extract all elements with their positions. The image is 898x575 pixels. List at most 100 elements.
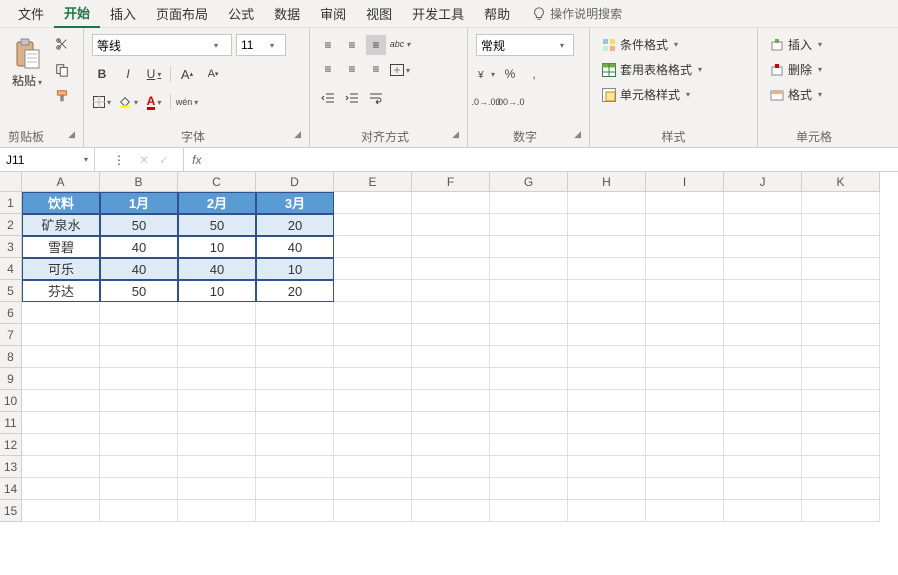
menu-file[interactable]: 文件 — [8, 0, 54, 27]
cell-J10[interactable] — [724, 390, 802, 412]
font-name-combo[interactable]: ▾ — [92, 34, 232, 56]
decrease-decimal[interactable]: .00→.0 — [500, 92, 520, 112]
cell-C15[interactable] — [178, 500, 256, 522]
cells-area[interactable]: 饮料1月2月3月矿泉水505020雪碧401040可乐404010芬达50102… — [22, 192, 880, 522]
cell-J11[interactable] — [724, 412, 802, 434]
cell-A3[interactable]: 雪碧 — [22, 236, 100, 258]
borders-button[interactable] — [92, 92, 112, 112]
cell-J4[interactable] — [724, 258, 802, 280]
cell-E7[interactable] — [334, 324, 412, 346]
row-header-4[interactable]: 4 — [0, 258, 22, 280]
cell-E6[interactable] — [334, 302, 412, 324]
menu-devtools[interactable]: 开发工具 — [402, 0, 474, 27]
font-size-combo[interactable]: ▾ — [236, 34, 286, 56]
cell-B10[interactable] — [100, 390, 178, 412]
align-bottom[interactable]: ≡ — [366, 35, 386, 55]
col-header-G[interactable]: G — [490, 172, 568, 192]
cell-I13[interactable] — [646, 456, 724, 478]
cell-G9[interactable] — [490, 368, 568, 390]
cell-K8[interactable] — [802, 346, 880, 368]
cell-I1[interactable] — [646, 192, 724, 214]
align-middle[interactable]: ≡ — [342, 35, 362, 55]
menu-home[interactable]: 开始 — [54, 0, 100, 28]
cell-B14[interactable] — [100, 478, 178, 500]
merge-button[interactable] — [390, 60, 410, 80]
insert-function-btn[interactable]: ⋮ — [109, 150, 129, 170]
cell-I14[interactable] — [646, 478, 724, 500]
name-box-dropdown[interactable]: ▾ — [78, 155, 94, 164]
cell-F7[interactable] — [412, 324, 490, 346]
cell-C13[interactable] — [178, 456, 256, 478]
cell-A7[interactable] — [22, 324, 100, 346]
format-cells[interactable]: 格式 — [766, 84, 826, 105]
cell-F5[interactable] — [412, 280, 490, 302]
cell-D6[interactable] — [256, 302, 334, 324]
cell-A1[interactable]: 饮料 — [22, 192, 100, 214]
cell-K13[interactable] — [802, 456, 880, 478]
cell-K7[interactable] — [802, 324, 880, 346]
cell-F11[interactable] — [412, 412, 490, 434]
cell-A9[interactable] — [22, 368, 100, 390]
cell-C14[interactable] — [178, 478, 256, 500]
cell-E13[interactable] — [334, 456, 412, 478]
cell-J14[interactable] — [724, 478, 802, 500]
cell-I8[interactable] — [646, 346, 724, 368]
cell-J3[interactable] — [724, 236, 802, 258]
delete-cells[interactable]: 删除 — [766, 59, 826, 80]
cell-E1[interactable] — [334, 192, 412, 214]
cell-E9[interactable] — [334, 368, 412, 390]
cell-C10[interactable] — [178, 390, 256, 412]
col-header-F[interactable]: F — [412, 172, 490, 192]
col-header-H[interactable]: H — [568, 172, 646, 192]
cancel-formula[interactable]: ✕ — [139, 153, 149, 167]
number-format-dropdown[interactable]: ▾ — [555, 41, 569, 50]
cell-G2[interactable] — [490, 214, 568, 236]
cell-F14[interactable] — [412, 478, 490, 500]
cell-D9[interactable] — [256, 368, 334, 390]
cell-H10[interactable] — [568, 390, 646, 412]
percent-format[interactable]: % — [500, 64, 520, 84]
cell-C12[interactable] — [178, 434, 256, 456]
cell-K6[interactable] — [802, 302, 880, 324]
col-header-C[interactable]: C — [178, 172, 256, 192]
fill-color-button[interactable] — [118, 92, 138, 112]
cell-K2[interactable] — [802, 214, 880, 236]
cell-A6[interactable] — [22, 302, 100, 324]
cell-A15[interactable] — [22, 500, 100, 522]
cell-J9[interactable] — [724, 368, 802, 390]
name-box-input[interactable] — [0, 153, 78, 167]
row-header-9[interactable]: 9 — [0, 368, 22, 390]
grow-font-button[interactable]: A▴ — [177, 64, 197, 84]
row-header-15[interactable]: 15 — [0, 500, 22, 522]
cell-E15[interactable] — [334, 500, 412, 522]
cell-B15[interactable] — [100, 500, 178, 522]
cell-E8[interactable] — [334, 346, 412, 368]
cell-I11[interactable] — [646, 412, 724, 434]
cell-E4[interactable] — [334, 258, 412, 280]
col-header-A[interactable]: A — [22, 172, 100, 192]
cell-K4[interactable] — [802, 258, 880, 280]
row-header-10[interactable]: 10 — [0, 390, 22, 412]
orientation-button[interactable]: abc — [390, 34, 410, 54]
cell-G10[interactable] — [490, 390, 568, 412]
cell-I4[interactable] — [646, 258, 724, 280]
row-header-8[interactable]: 8 — [0, 346, 22, 368]
menu-pagelayout[interactable]: 页面布局 — [146, 0, 218, 27]
row-header-7[interactable]: 7 — [0, 324, 22, 346]
cell-F8[interactable] — [412, 346, 490, 368]
cell-F3[interactable] — [412, 236, 490, 258]
copy-button[interactable] — [52, 60, 72, 80]
cell-C6[interactable] — [178, 302, 256, 324]
cell-E3[interactable] — [334, 236, 412, 258]
cell-I3[interactable] — [646, 236, 724, 258]
cell-G3[interactable] — [490, 236, 568, 258]
cell-H1[interactable] — [568, 192, 646, 214]
col-header-B[interactable]: B — [100, 172, 178, 192]
menu-review[interactable]: 审阅 — [310, 0, 356, 27]
cell-D4[interactable]: 10 — [256, 258, 334, 280]
cell-H13[interactable] — [568, 456, 646, 478]
alignment-launcher[interactable]: ◢ — [452, 129, 459, 140]
cell-E5[interactable] — [334, 280, 412, 302]
cell-H12[interactable] — [568, 434, 646, 456]
cell-J1[interactable] — [724, 192, 802, 214]
